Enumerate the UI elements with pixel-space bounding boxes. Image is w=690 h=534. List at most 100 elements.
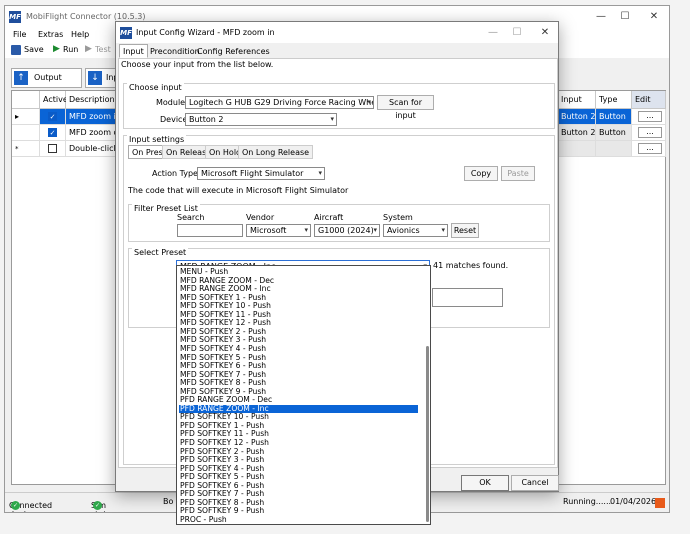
edit-button[interactable]: ...	[638, 127, 662, 138]
active-checkbox[interactable]: ✓	[48, 112, 57, 121]
menu-help[interactable]: Help	[71, 30, 89, 39]
edit-button[interactable]: ...	[638, 111, 662, 122]
mobiflight-logo-icon: MF	[120, 27, 132, 39]
paste-button[interactable]: Paste	[501, 166, 535, 181]
dropdown-scrollbar[interactable]	[426, 346, 429, 522]
row-marker[interactable]: ▸	[12, 109, 40, 125]
module-label: Module	[156, 98, 186, 107]
device-value: Button 2	[189, 115, 224, 124]
maximize-icon[interactable]: ☐	[506, 22, 528, 44]
tab-on-long-release[interactable]: On Long Release	[238, 145, 314, 159]
wizard-hint: Choose your input from the list below.	[121, 60, 274, 69]
table-row-input[interactable]: Button 2	[558, 109, 596, 125]
table-row-edit[interactable]: ...	[632, 125, 666, 141]
action-type-value: Microsoft Flight Simulator	[201, 169, 304, 178]
column-header-description[interactable]: Description	[66, 91, 122, 109]
search-input[interactable]	[177, 224, 243, 237]
reset-button[interactable]: Reset	[451, 223, 479, 238]
module-select[interactable]: Logitech G HUB G29 Driving Force Racing …	[185, 96, 374, 109]
row-marker[interactable]: *	[12, 141, 40, 157]
cancel-button[interactable]: Cancel	[511, 475, 559, 491]
tab-output-configs[interactable]: ↑ Output configs	[11, 68, 82, 100]
tab-config-references[interactable]: Config References	[193, 44, 274, 58]
table-row-input[interactable]	[558, 141, 596, 157]
edit-button[interactable]: ...	[638, 143, 662, 154]
chevron-down-icon: ▾	[304, 226, 308, 234]
row-marker[interactable]	[12, 125, 40, 141]
ok-button[interactable]: OK	[461, 475, 509, 491]
table-row-type[interactable]	[596, 141, 632, 157]
wizard-tabs: Input Precondition Config References	[116, 43, 558, 58]
active-checkbox[interactable]	[48, 144, 57, 153]
device-select[interactable]: Button 2 ▾	[185, 113, 337, 126]
wizard-title-bar: MF Input Config Wizard - MFD zoom in — ☐…	[116, 22, 558, 43]
minimize-icon[interactable]: —	[590, 6, 612, 28]
menu-file[interactable]: File	[13, 30, 26, 39]
active-checkbox[interactable]: ✓	[48, 128, 57, 137]
input-arrow-icon: ↓	[88, 71, 102, 85]
vendor-value: Microsoft	[250, 226, 287, 235]
column-header-active[interactable]: Active	[40, 91, 68, 109]
table-row-active-cell[interactable]	[40, 141, 66, 157]
row-header-corner	[12, 91, 40, 109]
tab-input[interactable]: Input	[119, 44, 148, 58]
filter-preset-group: Filter Preset List Search Vendor Microso…	[128, 204, 550, 242]
mobiflight-logo-icon: MF	[9, 11, 21, 23]
action-description: The code that will execute in Microsoft …	[128, 186, 349, 195]
scan-for-input-button[interactable]: Scan for input	[377, 95, 434, 120]
maximize-icon[interactable]: ☐	[614, 6, 636, 28]
column-header-type[interactable]: Type	[596, 91, 632, 109]
save-icon	[11, 45, 21, 55]
copy-button[interactable]: Copy	[464, 166, 498, 181]
table-row-type[interactable]: Button	[596, 125, 632, 141]
table-row-description[interactable]: MFD zoom in	[66, 109, 122, 125]
wizard-title: Input Config Wizard - MFD zoom in	[136, 28, 275, 37]
filter-preset-label: Filter Preset List	[132, 204, 200, 213]
table-row-edit[interactable]: ...	[632, 109, 666, 125]
column-header-edit[interactable]: Edit	[632, 91, 666, 109]
table-row-input[interactable]: Button 21	[558, 125, 596, 141]
aircraft-select[interactable]: G1000 (2024) ▾	[314, 224, 380, 237]
choose-input-label: Choose input	[127, 83, 184, 92]
module-value: Logitech G HUB G29 Driving Force Racing …	[189, 98, 373, 107]
preset-dropdown-list: MENU - Push MFD RANGE ZOOM - Dec MFD RANGE…	[176, 265, 431, 525]
close-icon[interactable]: ✕	[534, 22, 556, 44]
chevron-down-icon: ▾	[373, 226, 377, 234]
input-settings-label: Input settings	[127, 135, 187, 144]
status-item: Bo	[163, 497, 174, 506]
test-icon: ▶	[85, 44, 92, 54]
run-icon: ▶	[53, 44, 60, 54]
table-row-active-cell[interactable]: ✓	[40, 109, 66, 125]
status-date: 01/04/2026	[610, 497, 657, 506]
minimize-icon[interactable]: —	[482, 22, 504, 44]
table-row-description[interactable]: MFD zoom out	[66, 125, 122, 141]
chevron-down-icon: ▾	[441, 226, 445, 234]
chevron-down-icon: ▾	[318, 169, 322, 177]
table-row-type[interactable]: Button	[596, 109, 632, 125]
dropdown-option[interactable]: PROC - Push	[179, 515, 418, 525]
matches-count: 41 matches found.	[433, 261, 509, 270]
preset-code-box[interactable]	[432, 288, 503, 307]
table-row-description[interactable]: Double-click row	[66, 141, 122, 157]
choose-input-group: Choose input Module Logitech G HUB G29 D…	[123, 83, 555, 129]
check-icon: ✓	[11, 501, 20, 510]
save-button[interactable]: Save	[24, 45, 44, 54]
check-icon: ✓	[93, 501, 102, 510]
action-type-select[interactable]: Microsoft Flight Simulator ▾	[197, 167, 325, 180]
device-label: Device	[160, 115, 188, 124]
chevron-down-icon: ▾	[367, 98, 371, 106]
chevron-down-icon: ▾	[330, 115, 334, 123]
vendor-select[interactable]: Microsoft ▾	[246, 224, 311, 237]
system-select[interactable]: Avionics ▾	[383, 224, 448, 237]
close-icon[interactable]: ✕	[643, 6, 665, 28]
vendor-label: Vendor	[246, 213, 275, 222]
run-button[interactable]: Run	[63, 45, 78, 54]
aircraft-label: Aircraft	[314, 213, 344, 222]
menu-extras[interactable]: Extras	[38, 30, 63, 39]
main-window-title: MobiFlight Connector (10.5.3)	[26, 12, 146, 21]
test-button[interactable]: Test	[95, 45, 111, 54]
table-row-active-cell[interactable]: ✓	[40, 125, 66, 141]
search-label: Search	[177, 213, 205, 222]
table-row-edit[interactable]: ...	[632, 141, 666, 157]
column-header-input[interactable]: Input	[558, 91, 596, 109]
